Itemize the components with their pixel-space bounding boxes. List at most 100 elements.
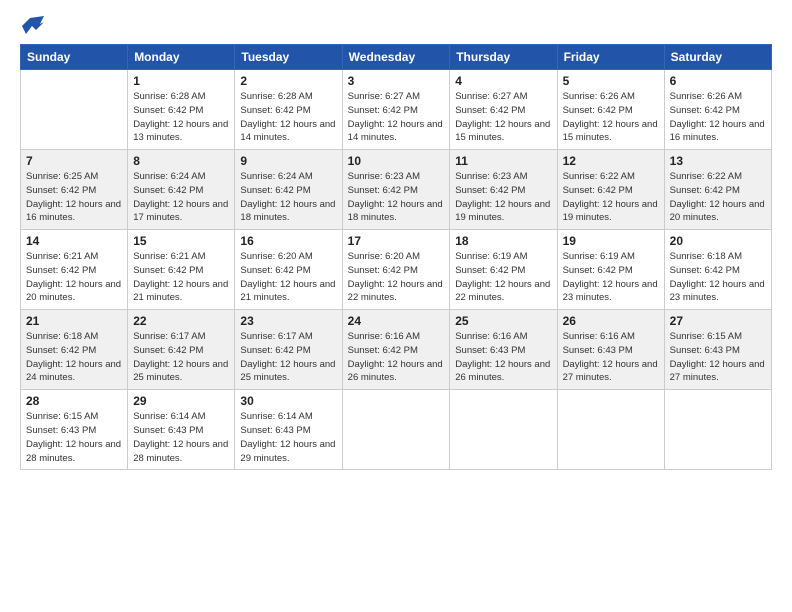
day-info: Sunrise: 6:23 AMSunset: 6:42 PMDaylight:… (348, 170, 445, 225)
day-number: 12 (563, 154, 659, 168)
day-info: Sunrise: 6:16 AMSunset: 6:43 PMDaylight:… (563, 330, 659, 385)
calendar-cell: 17 Sunrise: 6:20 AMSunset: 6:42 PMDayligh… (342, 230, 450, 310)
day-info: Sunrise: 6:20 AMSunset: 6:42 PMDaylight:… (348, 250, 445, 305)
week-row-1: 1 Sunrise: 6:28 AMSunset: 6:42 PMDaylight… (21, 70, 772, 150)
day-number: 2 (240, 74, 336, 88)
day-info: Sunrise: 6:22 AMSunset: 6:42 PMDaylight:… (563, 170, 659, 225)
day-info: Sunrise: 6:24 AMSunset: 6:42 PMDaylight:… (240, 170, 336, 225)
calendar-cell (21, 70, 128, 150)
calendar-cell (342, 390, 450, 470)
day-info: Sunrise: 6:19 AMSunset: 6:42 PMDaylight:… (563, 250, 659, 305)
day-info: Sunrise: 6:25 AMSunset: 6:42 PMDaylight:… (26, 170, 122, 225)
day-number: 4 (455, 74, 551, 88)
header (20, 16, 772, 34)
day-number: 21 (26, 314, 122, 328)
calendar-cell: 14 Sunrise: 6:21 AMSunset: 6:42 PMDayligh… (21, 230, 128, 310)
day-info: Sunrise: 6:15 AMSunset: 6:43 PMDaylight:… (26, 410, 122, 465)
logo (20, 16, 44, 34)
calendar-cell: 25 Sunrise: 6:16 AMSunset: 6:43 PMDayligh… (450, 310, 557, 390)
page: SundayMondayTuesdayWednesdayThursdayFrid… (0, 0, 792, 612)
calendar-cell: 16 Sunrise: 6:20 AMSunset: 6:42 PMDayligh… (235, 230, 342, 310)
day-number: 15 (133, 234, 229, 248)
calendar-cell: 19 Sunrise: 6:19 AMSunset: 6:42 PMDayligh… (557, 230, 664, 310)
week-row-3: 14 Sunrise: 6:21 AMSunset: 6:42 PMDayligh… (21, 230, 772, 310)
day-info: Sunrise: 6:14 AMSunset: 6:43 PMDaylight:… (133, 410, 229, 465)
col-header-thursday: Thursday (450, 45, 557, 70)
col-header-sunday: Sunday (21, 45, 128, 70)
calendar-cell: 9 Sunrise: 6:24 AMSunset: 6:42 PMDaylight… (235, 150, 342, 230)
day-number: 13 (670, 154, 766, 168)
col-header-friday: Friday (557, 45, 664, 70)
calendar-cell: 27 Sunrise: 6:15 AMSunset: 6:43 PMDayligh… (664, 310, 771, 390)
day-number: 7 (26, 154, 122, 168)
day-number: 24 (348, 314, 445, 328)
day-number: 19 (563, 234, 659, 248)
day-number: 1 (133, 74, 229, 88)
day-number: 27 (670, 314, 766, 328)
day-info: Sunrise: 6:15 AMSunset: 6:43 PMDaylight:… (670, 330, 766, 385)
day-info: Sunrise: 6:27 AMSunset: 6:42 PMDaylight:… (455, 90, 551, 145)
calendar-cell: 5Sunrise: 6:26 AMSunset: 6:42 PMDaylight… (557, 70, 664, 150)
day-info: Sunrise: 6:26 AMSunset: 6:42 PMDaylight:… (563, 90, 659, 145)
logo-bird-icon (22, 16, 44, 34)
col-header-wednesday: Wednesday (342, 45, 450, 70)
day-info: Sunrise: 6:16 AMSunset: 6:43 PMDaylight:… (455, 330, 551, 385)
day-number: 3 (348, 74, 445, 88)
calendar-cell: 2 Sunrise: 6:28 AMSunset: 6:42 PMDaylight… (235, 70, 342, 150)
calendar-header-row: SundayMondayTuesdayWednesdayThursdayFrid… (21, 45, 772, 70)
calendar-cell: 8Sunrise: 6:24 AMSunset: 6:42 PMDaylight… (128, 150, 235, 230)
calendar-cell: 28 Sunrise: 6:15 AMSunset: 6:43 PMDayligh… (21, 390, 128, 470)
day-info: Sunrise: 6:27 AMSunset: 6:42 PMDaylight:… (348, 90, 445, 145)
calendar-cell: 26 Sunrise: 6:16 AMSunset: 6:43 PMDayligh… (557, 310, 664, 390)
day-number: 16 (240, 234, 336, 248)
calendar-cell: 13Sunrise: 6:22 AMSunset: 6:42 PMDayligh… (664, 150, 771, 230)
day-info: Sunrise: 6:21 AMSunset: 6:42 PMDaylight:… (26, 250, 122, 305)
day-number: 11 (455, 154, 551, 168)
calendar-cell: 12 Sunrise: 6:22 AMSunset: 6:42 PMDayligh… (557, 150, 664, 230)
calendar-cell: 29 Sunrise: 6:14 AMSunset: 6:43 PMDayligh… (128, 390, 235, 470)
day-number: 17 (348, 234, 445, 248)
day-number: 22 (133, 314, 229, 328)
calendar-cell: 4 Sunrise: 6:27 AMSunset: 6:42 PMDaylight… (450, 70, 557, 150)
col-header-monday: Monday (128, 45, 235, 70)
week-row-2: 7 Sunrise: 6:25 AMSunset: 6:42 PMDaylight… (21, 150, 772, 230)
day-info: Sunrise: 6:18 AMSunset: 6:42 PMDaylight:… (26, 330, 122, 385)
calendar-cell: 3 Sunrise: 6:27 AMSunset: 6:42 PMDaylight… (342, 70, 450, 150)
calendar-cell: 22Sunrise: 6:17 AMSunset: 6:42 PMDayligh… (128, 310, 235, 390)
calendar-cell: 10Sunrise: 6:23 AMSunset: 6:42 PMDayligh… (342, 150, 450, 230)
day-number: 26 (563, 314, 659, 328)
calendar-cell: 23 Sunrise: 6:17 AMSunset: 6:42 PMDayligh… (235, 310, 342, 390)
week-row-5: 28 Sunrise: 6:15 AMSunset: 6:43 PMDayligh… (21, 390, 772, 470)
day-info: Sunrise: 6:14 AMSunset: 6:43 PMDaylight:… (240, 410, 336, 465)
calendar-table: SundayMondayTuesdayWednesdayThursdayFrid… (20, 44, 772, 470)
calendar-cell (664, 390, 771, 470)
day-info: Sunrise: 6:17 AMSunset: 6:42 PMDaylight:… (240, 330, 336, 385)
calendar-cell: 7 Sunrise: 6:25 AMSunset: 6:42 PMDaylight… (21, 150, 128, 230)
day-number: 9 (240, 154, 336, 168)
calendar-cell: 30 Sunrise: 6:14 AMSunset: 6:43 PMDayligh… (235, 390, 342, 470)
day-info: Sunrise: 6:16 AMSunset: 6:42 PMDaylight:… (348, 330, 445, 385)
day-number: 20 (670, 234, 766, 248)
calendar-cell: 18Sunrise: 6:19 AMSunset: 6:42 PMDayligh… (450, 230, 557, 310)
day-number: 29 (133, 394, 229, 408)
day-info: Sunrise: 6:28 AMSunset: 6:42 PMDaylight:… (133, 90, 229, 145)
calendar-cell: 1 Sunrise: 6:28 AMSunset: 6:42 PMDaylight… (128, 70, 235, 150)
day-number: 6 (670, 74, 766, 88)
calendar-cell (557, 390, 664, 470)
day-number: 8 (133, 154, 229, 168)
day-number: 23 (240, 314, 336, 328)
day-number: 30 (240, 394, 336, 408)
week-row-4: 21 Sunrise: 6:18 AMSunset: 6:42 PMDayligh… (21, 310, 772, 390)
day-number: 14 (26, 234, 122, 248)
day-number: 25 (455, 314, 551, 328)
day-number: 18 (455, 234, 551, 248)
col-header-tuesday: Tuesday (235, 45, 342, 70)
day-info: Sunrise: 6:26 AMSunset: 6:42 PMDaylight:… (670, 90, 766, 145)
day-info: Sunrise: 6:23 AMSunset: 6:42 PMDaylight:… (455, 170, 551, 225)
calendar-cell: 21 Sunrise: 6:18 AMSunset: 6:42 PMDayligh… (21, 310, 128, 390)
day-info: Sunrise: 6:20 AMSunset: 6:42 PMDaylight:… (240, 250, 336, 305)
day-number: 28 (26, 394, 122, 408)
day-info: Sunrise: 6:18 AMSunset: 6:42 PMDaylight:… (670, 250, 766, 305)
day-info: Sunrise: 6:28 AMSunset: 6:42 PMDaylight:… (240, 90, 336, 145)
calendar-cell: 6 Sunrise: 6:26 AMSunset: 6:42 PMDaylight… (664, 70, 771, 150)
